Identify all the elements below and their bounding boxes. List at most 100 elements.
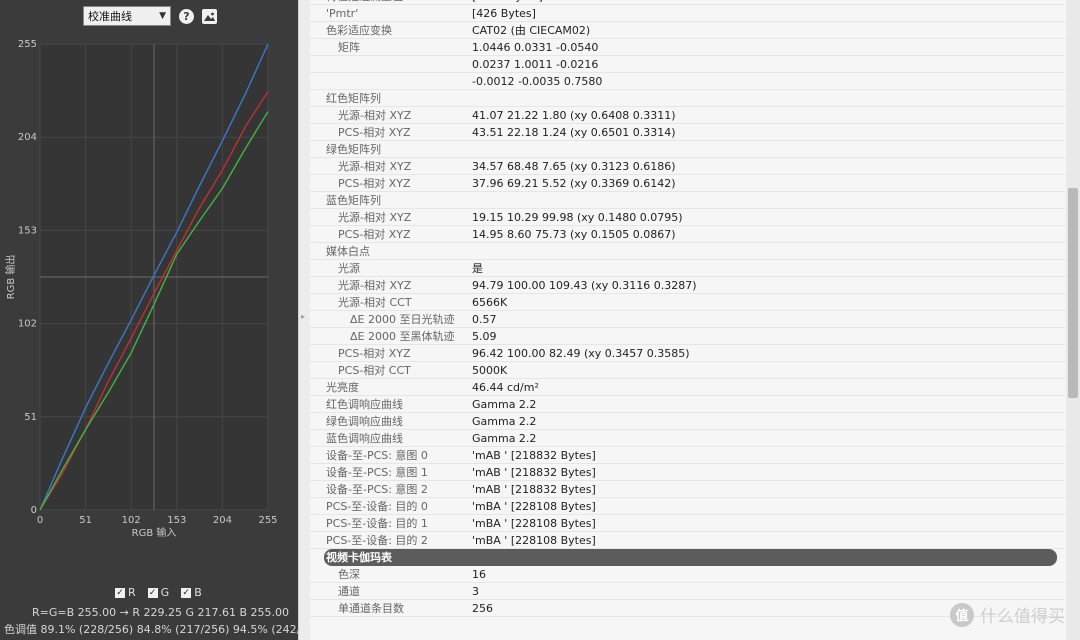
info-key: PCS-至-设备: 目的 1: [326, 517, 428, 530]
info-key: 设备-至-PCS: 意图 0: [326, 449, 428, 462]
info-value: -0.0012 -0.0035 0.7580: [472, 75, 603, 88]
info-value: CAT02 (由 CIECAM02): [472, 24, 591, 37]
profile-info-panel: 特性描述测量值[2123 Bytes]'Pmtr'[426 Bytes]色彩适应…: [310, 0, 1080, 640]
info-value: 5000K: [472, 364, 508, 377]
info-key: 绿色调响应曲线: [326, 415, 403, 428]
info-key: 光源-相对 XYZ: [338, 211, 412, 224]
info-row: ΔE 2000 至黑体轨迹 5.09: [310, 328, 1065, 345]
scrollbar-thumb[interactable]: [1068, 188, 1078, 398]
info-row: 绿色调响应曲线 Gamma 2.2: [310, 413, 1065, 430]
info-key: 单通道条目数: [338, 602, 404, 615]
info-row: ΔE 2000 至日光轨迹 0.57: [310, 311, 1065, 328]
info-value: 'mBA ' [228108 Bytes]: [472, 534, 596, 547]
section-header[interactable]: 视频卡伽玛表: [324, 549, 1057, 566]
info-row: 光源-相对 XYZ 19.15 10.29 99.98 (xy 0.1480 0.…: [310, 209, 1065, 226]
y-axis-label: RGB 输出: [4, 255, 17, 300]
info-value: 'mAB ' [218832 Bytes]: [472, 466, 596, 479]
info-scrollbar[interactable]: [1066, 0, 1080, 640]
info-key: 红色调响应曲线: [326, 398, 403, 411]
image-icon[interactable]: [202, 8, 217, 24]
info-row: 光源-相对 XYZ 94.79 100.00 109.43 (xy 0.3116 …: [310, 277, 1065, 294]
info-row: 光源 是: [310, 260, 1065, 277]
info-row: 红色调响应曲线 Gamma 2.2: [310, 396, 1065, 413]
info-key: 蓝色矩阵列: [326, 194, 381, 207]
legend-r-label: R: [128, 586, 136, 599]
info-value: 是: [472, 262, 483, 275]
y-tick-label: 255: [18, 39, 37, 50]
panel-splitter[interactable]: ▸: [298, 0, 310, 640]
info-row: 蓝色矩阵列: [310, 192, 1065, 209]
profile-info-list: 特性描述测量值[2123 Bytes]'Pmtr'[426 Bytes]色彩适应…: [310, 0, 1065, 617]
info-row: 光亮度 46.44 cd/m²: [310, 379, 1065, 396]
info-row: 光源-相对 XYZ 41.07 21.22 1.80 (xy 0.6408 0.3…: [310, 107, 1065, 124]
info-value: 41.07 21.22 1.80 (xy 0.6408 0.3311): [472, 109, 676, 122]
info-key: 色彩适应变换: [326, 24, 392, 37]
y-tick-label: 153: [18, 225, 37, 236]
info-row: 设备-至-PCS: 意图 0 'mAB ' [218832 Bytes]: [310, 447, 1065, 464]
help-icon[interactable]: ?: [179, 8, 194, 24]
info-key: 色深: [338, 568, 360, 581]
tone-readout: 色调值 89.1% (228/256) 84.8% (217/256) 94.5…: [4, 623, 326, 636]
info-row: 'Pmtr' [426 Bytes]: [310, 5, 1065, 22]
info-row: 矩阵 1.0446 0.0331 -0.0540: [310, 39, 1065, 56]
curve-type-select[interactable]: 校准曲线 ▼: [83, 6, 171, 26]
info-key: 光源-相对 XYZ: [338, 160, 412, 173]
info-row: PCS-至-设备: 目的 2 'mBA ' [228108 Bytes]: [310, 532, 1065, 549]
x-axis-label: RGB 输入: [132, 526, 177, 539]
legend-g[interactable]: ✓ G: [147, 586, 170, 599]
legend-b[interactable]: ✓ B: [181, 586, 202, 599]
info-row: 通道 3: [310, 583, 1065, 600]
info-value: 'mBA ' [228108 Bytes]: [472, 517, 596, 530]
info-value: 0.0237 1.0011 -0.0216: [472, 58, 599, 71]
info-value: 37.96 69.21 5.52 (xy 0.3369 0.6142): [472, 177, 676, 190]
info-value: 14.95 8.60 75.73 (xy 0.1505 0.0867): [472, 228, 676, 241]
curve-toolbar: 校准曲线 ▼ ?: [83, 6, 217, 26]
info-key: PCS-至-设备: 目的 2: [326, 534, 428, 547]
info-row: PCS-至-设备: 目的 0 'mBA ' [228108 Bytes]: [310, 498, 1065, 515]
info-key: PCS-相对 XYZ: [338, 347, 411, 360]
y-tick-label: 51: [24, 412, 37, 423]
info-value: 3: [472, 585, 479, 598]
info-key: 视频卡伽玛表: [326, 551, 392, 564]
info-row: PCS-相对 XYZ 14.95 8.60 75.73 (xy 0.1505 0.…: [310, 226, 1065, 243]
info-key: 媒体白点: [326, 245, 370, 258]
info-row: PCS-相对 CCT 5000K: [310, 362, 1065, 379]
checkbox-g[interactable]: ✓: [147, 587, 158, 598]
curve-type-value: 校准曲线: [88, 10, 132, 23]
legend-r[interactable]: ✓ R: [115, 586, 136, 599]
info-key: PCS-相对 XYZ: [338, 228, 411, 241]
checkbox-r[interactable]: ✓: [115, 587, 125, 598]
info-value: 34.57 68.48 7.65 (xy 0.3123 0.6186): [472, 160, 676, 173]
info-key: 红色矩阵列: [326, 92, 381, 105]
info-row: 色深 16: [310, 566, 1065, 583]
info-key: PCS-相对 CCT: [338, 364, 411, 377]
info-row: 蓝色调响应曲线 Gamma 2.2: [310, 430, 1065, 447]
info-value: 19.15 10.29 99.98 (xy 0.1480 0.0795): [472, 211, 683, 224]
checkbox-b[interactable]: ✓: [181, 587, 192, 598]
info-value: 'mAB ' [218832 Bytes]: [472, 449, 596, 462]
calibration-curve-chart[interactable]: 0 51 102 153 204 255 0 51 102 153 204 255 RGB 输入 RGB …: [0, 30, 298, 550]
x-tick-label: 204: [213, 515, 232, 526]
x-tick-label: 51: [79, 515, 92, 526]
info-value: 43.51 22.18 1.24 (xy 0.6501 0.3314): [472, 126, 676, 139]
legend-g-label: G: [160, 586, 170, 599]
info-value: 16: [472, 568, 486, 581]
info-row: 色彩适应变换 CAT02 (由 CIECAM02): [310, 22, 1065, 39]
info-key: ΔE 2000 至黑体轨迹: [350, 330, 455, 343]
watermark: 值 什么值得买: [950, 602, 1065, 627]
info-key: 绿色矩阵列: [326, 143, 381, 156]
info-row: -0.0012 -0.0035 0.7580: [310, 73, 1065, 90]
watermark-text: 什么值得买: [980, 607, 1065, 627]
info-value: 1.0446 0.0331 -0.0540: [472, 41, 599, 54]
legend-b-label: B: [194, 586, 202, 599]
info-value: Gamma 2.2: [472, 415, 537, 428]
info-row: PCS-相对 XYZ 37.96 69.21 5.52 (xy 0.3369 0.…: [310, 175, 1065, 192]
splitter-grip-icon[interactable]: ▸: [301, 312, 305, 321]
info-row: 设备-至-PCS: 意图 1 'mAB ' [218832 Bytes]: [310, 464, 1065, 481]
info-key: 光源: [338, 262, 360, 275]
info-value: 0.57: [472, 313, 497, 326]
info-row: 光源-相对 XYZ 34.57 68.48 7.65 (xy 0.3123 0.6…: [310, 158, 1065, 175]
x-tick-label: 153: [167, 515, 186, 526]
info-row: 媒体白点: [310, 243, 1065, 260]
info-key: ΔE 2000 至日光轨迹: [350, 313, 455, 326]
